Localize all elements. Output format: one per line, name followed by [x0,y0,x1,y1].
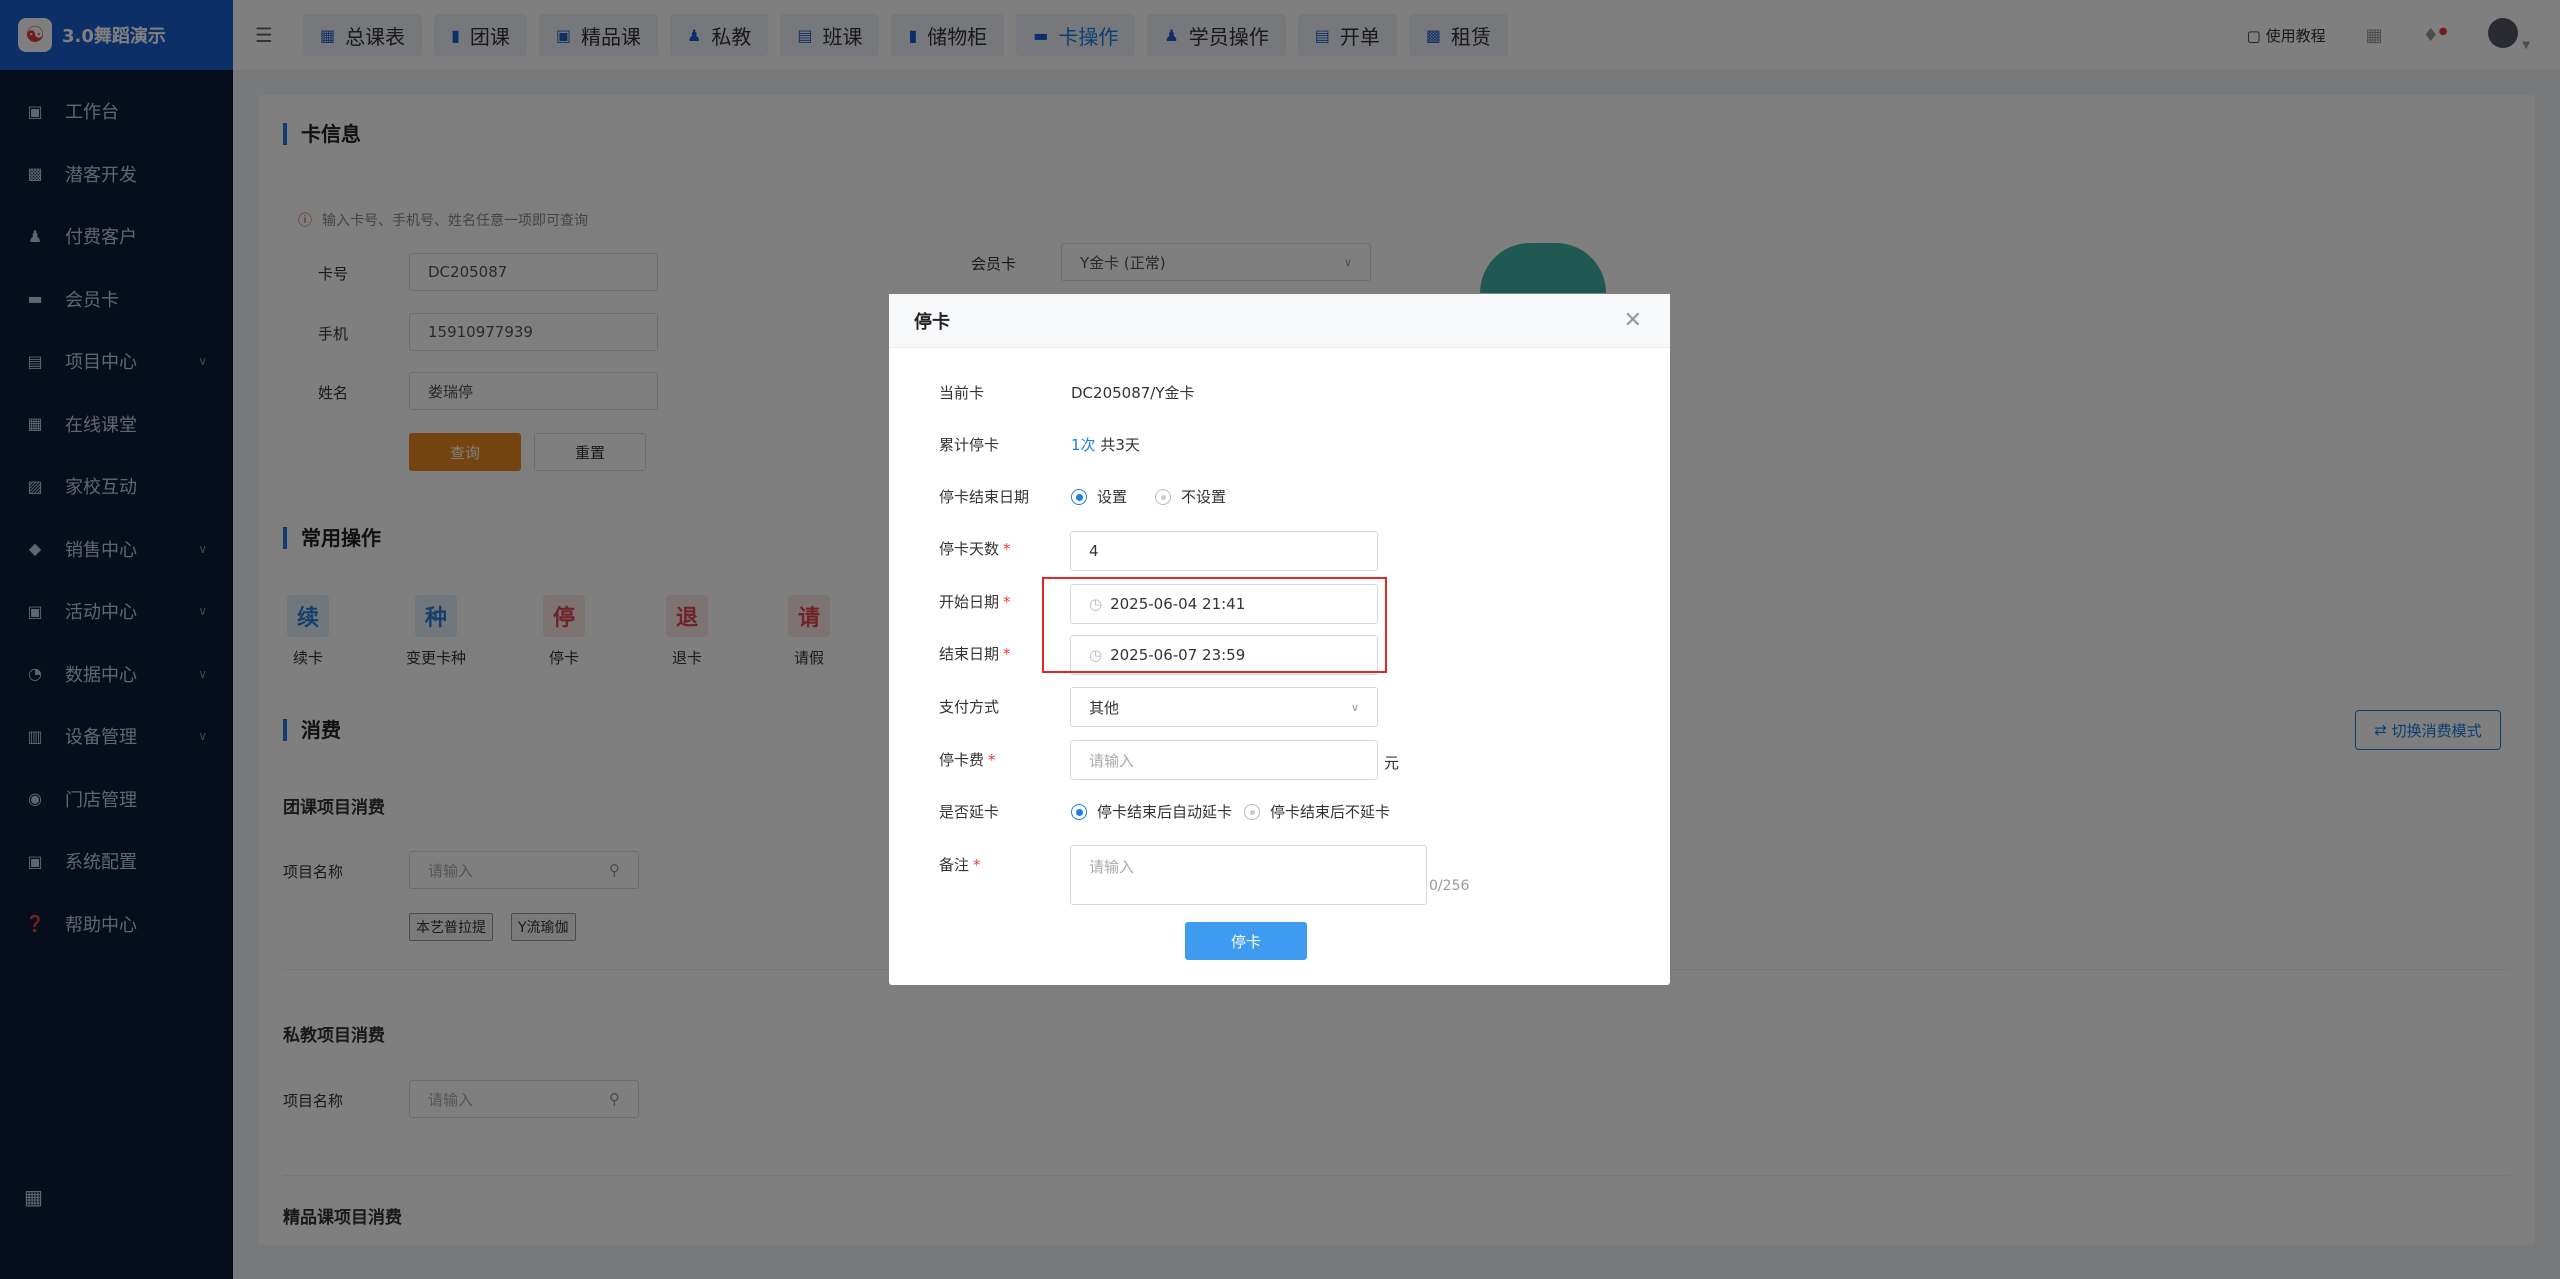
days-label-text: 停卡天数 [939,540,1000,558]
fee-label: 停卡费 * [939,749,996,770]
required-mark: * [973,856,981,874]
radio-no-extend-label: 停卡结束后不延卡 [1270,803,1391,821]
current-card-label: 当前卡 [939,384,985,402]
radio-no-extend[interactable] [1244,803,1261,820]
note-label-text: 备注 [939,856,970,874]
note-textarea[interactable]: 请输入 [1070,845,1427,905]
end-label-text: 结束日期 [939,645,1000,663]
start-date-label: 开始日期 * [939,591,1011,612]
note-counter: 0/256 [1429,878,1470,894]
current-card-value: DC205087/Y金卡 [1071,384,1195,402]
close-icon[interactable]: ✕ [1624,308,1642,333]
radio-set-end-date[interactable] [1071,488,1087,505]
required-mark: * [988,751,996,769]
extend-radios: 停卡结束后自动延卡 停卡结束后不延卡 [1071,801,1390,822]
fee-unit: 元 [1384,754,1400,772]
dialog-title: 停卡 [889,294,1670,348]
radio-no-end-date[interactable] [1155,488,1172,505]
total-stop-label: 累计停卡 [939,436,1000,454]
stop-days-input[interactable]: 4 [1070,531,1378,571]
end-date-label: 结束日期 * [939,643,1011,664]
fee-placeholder: 请输入 [1089,751,1135,770]
fee-label-text: 停卡费 [939,751,985,769]
radio-set-label: 设置 [1097,488,1128,506]
radio-unset-label: 不设置 [1181,488,1227,506]
stop-card-dialog: 停卡 ✕ 当前卡 DC205087/Y金卡 累计停卡 1次 共3天 停卡结束日期… [889,294,1670,985]
radio-auto-extend-label: 停卡结束后自动延卡 [1097,803,1233,821]
days-label: 停卡天数 * [939,538,1011,559]
end-date-mode-label: 停卡结束日期 [939,488,1030,506]
stop-fee-input[interactable]: 请输入 [1070,740,1378,780]
required-mark: * [1003,540,1011,558]
note-label: 备注 * [939,854,981,875]
total-stop-days: 共3天 [1100,436,1140,454]
total-stop-value: 1次 共3天 [1071,434,1140,455]
required-mark: * [1003,593,1011,611]
start-label-text: 开始日期 [939,593,1000,611]
stop-card-submit-button[interactable]: 停卡 [1185,922,1307,960]
pay-method-select[interactable]: 其他 ∨ [1070,687,1378,727]
radio-auto-extend[interactable] [1071,803,1087,820]
total-stop-count-link[interactable]: 1次 [1071,434,1096,455]
note-placeholder: 请输入 [1089,858,1135,876]
chevron-down-icon: ∨ [1350,700,1359,714]
pay-method-value: 其他 [1089,698,1120,717]
required-mark: * [1003,645,1011,663]
extend-label: 是否延卡 [939,803,1000,821]
end-date-mode-radios: 设置 不设置 [1071,486,1226,507]
date-highlight-box [1042,577,1387,673]
pay-method-label: 支付方式 [939,698,1000,716]
